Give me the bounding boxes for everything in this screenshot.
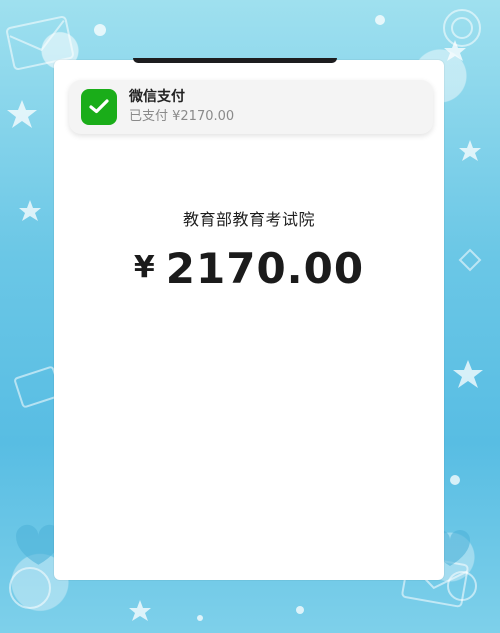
currency-symbol: ¥ (133, 250, 156, 285)
payment-amount: ¥2170.00 (54, 244, 444, 293)
wechat-pay-icon (81, 89, 117, 125)
notification-app-name: 微信支付 (129, 89, 185, 105)
payment-notification[interactable]: 微信支付 已支付 ¥2170.00 (69, 80, 433, 134)
phone-notch (133, 58, 337, 63)
merchant-name: 教育部教育考试院 (182, 210, 315, 229)
amount-value: 2170.00 (165, 244, 365, 293)
notification-message: 已支付 ¥2170.00 (129, 109, 235, 124)
payment-screen (54, 60, 444, 580)
